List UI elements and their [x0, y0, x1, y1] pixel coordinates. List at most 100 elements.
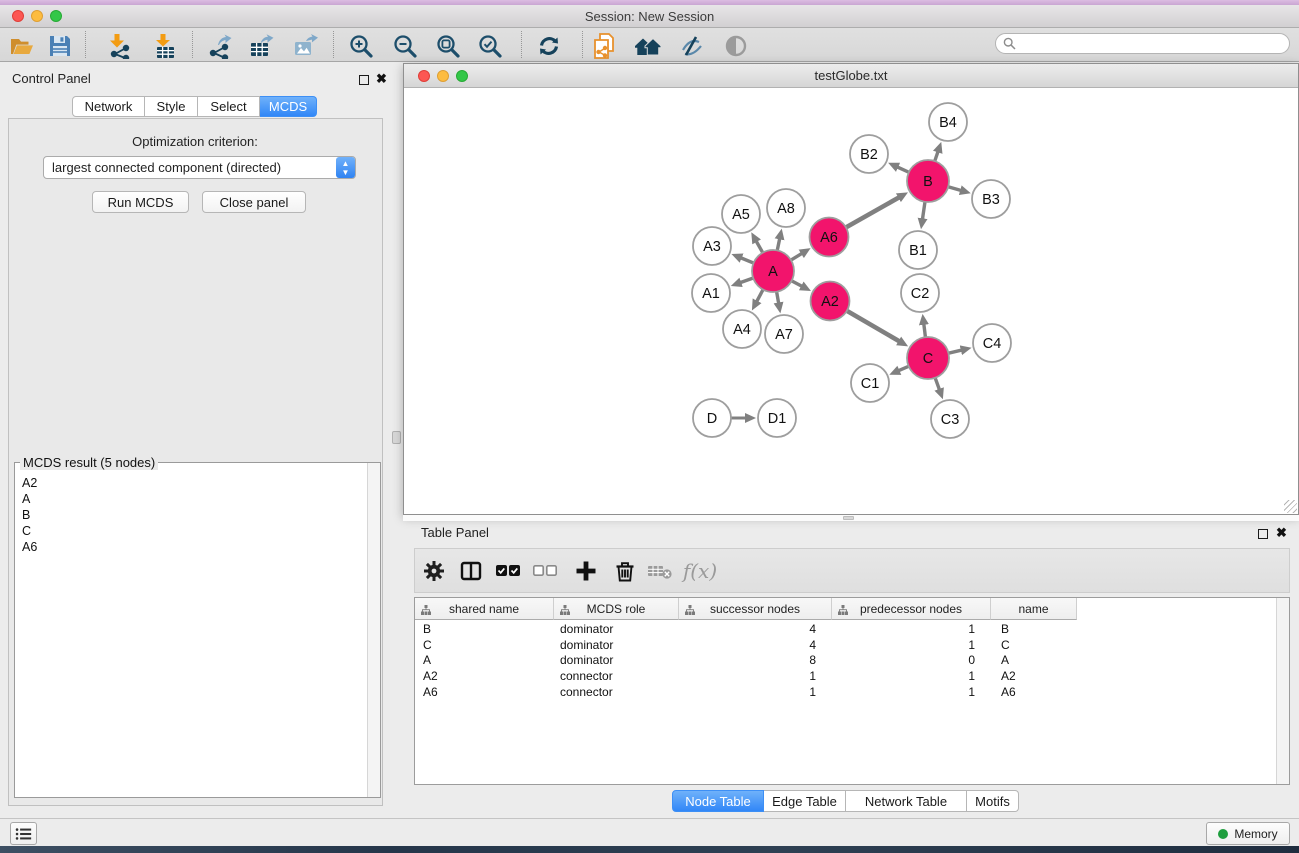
graph-node-D[interactable]: D: [693, 399, 731, 437]
network-canvas[interactable]: A A1 A3A5A8 A4 A7 A6 A2 B B2 B4 B3 B1 C C2 C4 C1 C3 D D1: [404, 88, 1298, 514]
memory-button[interactable]: Memory: [1206, 822, 1290, 845]
column-header-name[interactable]: name: [991, 598, 1077, 620]
graph-node-C3[interactable]: C3: [931, 400, 969, 438]
tab-select[interactable]: Select: [198, 96, 260, 117]
zoom-fit-icon[interactable]: [432, 32, 464, 60]
graph-node-A5[interactable]: A5: [722, 195, 760, 233]
graph-node-C4[interactable]: C4: [973, 324, 1011, 362]
graph-node-A[interactable]: A: [752, 250, 794, 292]
mcds-result-item[interactable]: A2: [22, 475, 367, 491]
table-settings-gear-icon[interactable]: [419, 558, 449, 584]
column-view-icon[interactable]: [456, 558, 486, 584]
graph-node-C1[interactable]: C1: [851, 364, 889, 402]
unselect-all-columns-icon[interactable]: [530, 558, 560, 584]
svg-text:A3: A3: [703, 239, 721, 255]
table-cell: A2: [991, 669, 1077, 685]
refresh-icon[interactable]: [533, 32, 565, 60]
mcds-result-item[interactable]: C: [22, 523, 367, 539]
memory-label: Memory: [1234, 827, 1277, 841]
optimization-criterion-select[interactable]: largest connected component (directed) ▲…: [43, 156, 356, 179]
export-image-icon[interactable]: [289, 32, 321, 60]
column-header-predecessor-nodes[interactable]: predecessor nodes: [832, 598, 991, 620]
graph-node-A7[interactable]: A7: [765, 315, 803, 353]
graph-node-B[interactable]: B: [907, 160, 949, 202]
mcds-result-item[interactable]: A6: [22, 539, 367, 555]
graph-node-A2[interactable]: A2: [811, 282, 850, 321]
search-input[interactable]: [995, 33, 1290, 54]
table-cell: dominator: [554, 622, 679, 638]
graph-node-A4[interactable]: A4: [723, 310, 761, 348]
mcds-result-scrollbar[interactable]: [367, 463, 380, 797]
tab-node-table[interactable]: Node Table: [672, 790, 764, 812]
vertical-splitter-handle[interactable]: [392, 431, 401, 444]
add-column-icon[interactable]: [571, 558, 601, 584]
tab-mcds[interactable]: MCDS: [260, 96, 317, 117]
control-panel-close-icon[interactable]: ✖: [376, 71, 387, 87]
table-row[interactable]: Cdominator41C: [415, 638, 1276, 654]
table-panel-close-icon[interactable]: ✖: [1276, 525, 1287, 541]
save-session-icon[interactable]: [44, 32, 76, 60]
column-header-MCDS-role[interactable]: MCDS role: [554, 598, 679, 620]
graph-node-A3[interactable]: A3: [693, 227, 731, 265]
network-window-title: testGlobe.txt: [404, 68, 1298, 83]
window-resize-grip[interactable]: [1284, 500, 1297, 513]
svg-text:C1: C1: [861, 376, 880, 392]
graph-node-A6[interactable]: A6: [810, 218, 849, 257]
graph-node-B4[interactable]: B4: [929, 103, 967, 141]
function-builder-icon[interactable]: f(x): [678, 558, 722, 584]
graph-node-B2[interactable]: B2: [850, 135, 888, 173]
import-table-icon[interactable]: [149, 32, 181, 60]
graph-node-D1[interactable]: D1: [758, 399, 796, 437]
control-panel-float-icon[interactable]: [359, 73, 369, 88]
column-header-shared-name[interactable]: shared name: [415, 598, 554, 620]
svg-text:A7: A7: [775, 327, 793, 343]
duplicate-network-icon[interactable]: [589, 32, 621, 60]
zoom-out-icon[interactable]: [389, 32, 421, 60]
control-panel-title: Control Panel: [12, 71, 91, 86]
import-network-icon[interactable]: [103, 32, 135, 60]
column-tree-icon: [685, 604, 695, 618]
tab-motifs[interactable]: Motifs: [967, 790, 1019, 812]
network-window-titlebar[interactable]: testGlobe.txt: [404, 64, 1298, 88]
graph-node-A8[interactable]: A8: [767, 189, 805, 227]
delete-table-icon[interactable]: [645, 558, 675, 584]
close-panel-button[interactable]: Close panel: [202, 191, 306, 213]
select-all-columns-icon[interactable]: [493, 558, 523, 584]
task-history-button[interactable]: [10, 822, 37, 845]
horizontal-splitter-handle[interactable]: [843, 516, 854, 520]
table-row[interactable]: Bdominator41B: [415, 622, 1276, 638]
mcds-result-item[interactable]: A: [22, 491, 367, 507]
tab-edge-table[interactable]: Edge Table: [764, 790, 846, 812]
export-network-icon[interactable]: [203, 32, 235, 60]
table-cell: A: [415, 653, 554, 669]
graph-node-C[interactable]: C: [907, 337, 949, 379]
open-file-icon[interactable]: [6, 32, 38, 60]
hide-panel-icon[interactable]: [675, 32, 707, 60]
tab-network-table[interactable]: Network Table: [846, 790, 967, 812]
mcds-result-list[interactable]: A2ABCA6: [15, 466, 367, 797]
table-row[interactable]: A2connector11A2: [415, 669, 1276, 685]
node-table-scrollbar[interactable]: [1276, 598, 1289, 784]
graph-node-A1[interactable]: A1: [692, 274, 730, 312]
column-header-successor-nodes[interactable]: successor nodes: [679, 598, 832, 620]
run-mcds-button[interactable]: Run MCDS: [92, 191, 189, 213]
show-panel-eye-icon[interactable]: [720, 32, 752, 60]
zoom-in-icon[interactable]: [345, 32, 377, 60]
home-icon[interactable]: [632, 32, 664, 60]
table-row[interactable]: A6connector11A6: [415, 685, 1276, 701]
tab-network[interactable]: Network: [72, 96, 145, 117]
table-cell: B: [991, 622, 1077, 638]
table-panel-float-icon[interactable]: [1258, 527, 1268, 542]
zoom-selected-icon[interactable]: [474, 32, 506, 60]
export-table-icon[interactable]: [245, 32, 277, 60]
mcds-result-item[interactable]: B: [22, 507, 367, 523]
delete-column-trash-icon[interactable]: [610, 558, 640, 584]
graph-node-B1[interactable]: B1: [899, 231, 937, 269]
svg-text:B4: B4: [939, 115, 957, 131]
tab-style[interactable]: Style: [145, 96, 198, 117]
graph-node-B3[interactable]: B3: [972, 180, 1010, 218]
node-table[interactable]: shared nameMCDS rolesuccessor nodesprede…: [414, 597, 1290, 785]
mcds-result-groupbox: MCDS result (5 nodes) A2ABCA6: [14, 462, 381, 798]
table-row[interactable]: Adominator80A: [415, 653, 1276, 669]
graph-node-C2[interactable]: C2: [901, 274, 939, 312]
